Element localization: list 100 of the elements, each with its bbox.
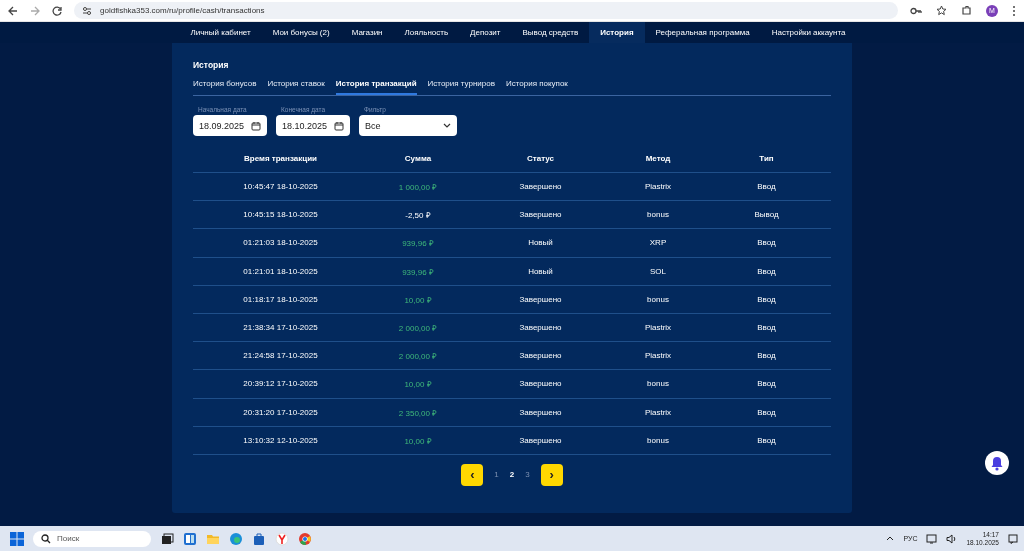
table-cell-text: 1 000,00 ₽ [397,182,439,193]
speaker-icon[interactable] [946,533,958,544]
windows-start-icon[interactable] [10,531,24,546]
table-cell-text: Piastrix [643,407,673,417]
page-link[interactable]: 2 [509,470,515,480]
nav-tab[interactable]: Магазин [340,22,394,43]
table-cell-text: 20:39:12 17-10-2025 [242,379,319,389]
history-tab[interactable]: История бонусов [193,79,257,95]
column-header: Сумма [403,153,433,163]
table-cell-text: bonus [646,294,670,304]
table-cell-text: -2,50 ₽ [404,210,432,221]
page-link[interactable]: 1 [494,470,499,480]
table-cell-text: bonus [646,379,670,389]
table-cell-text: Ввод [756,407,777,417]
yandex-browser-icon[interactable] [275,531,289,546]
table-cell-text: Ввод [756,266,777,276]
table-cell-text: Завершено [518,407,563,417]
previous-page-button[interactable]: ‹ [461,463,484,486]
calendar-icon [334,120,344,131]
extensions-icon[interactable] [961,5,972,16]
column-header: Время транзакции [243,153,318,163]
chrome-browser-icon[interactable] [298,531,312,546]
table-cell-text: Новый [527,266,554,276]
edge-browser-icon[interactable] [229,531,243,546]
menu-icon[interactable] [1012,4,1016,17]
site-settings-icon [82,5,92,16]
table-cell-text: 939,96 ₽ [401,238,435,249]
bell-icon [990,455,1004,471]
taskbar-search[interactable]: Поиск [33,530,151,547]
nav-tab[interactable]: Личный кабинет [179,22,262,43]
filter-dropdown[interactable]: Все [359,115,457,136]
network-icon[interactable] [926,533,938,544]
key-icon[interactable] [910,5,922,16]
history-tab[interactable]: История транзакций [335,79,417,95]
table-cell-text: Завершено [518,351,563,361]
table-cell-text: 2 000,00 ₽ [397,323,439,334]
table-cell-text: Новый [527,238,554,248]
date-field[interactable]: 18.09.2025 [193,115,267,136]
widgets-icon[interactable] [183,531,197,546]
next-page-button[interactable]: › [540,463,563,486]
table-cell-text: 21:38:34 17-10-2025 [242,323,319,333]
nav-tab[interactable]: Мои бонусы (2) [261,22,341,43]
table-cell-text: 13:10:32 12-10-2025 [242,435,319,445]
table-cell-text: Завершено [518,323,563,333]
table-cell-text: Завершено [518,294,563,304]
search-icon [41,533,51,544]
url-text: goldfishka353.com/ru/profile/cash/transactions [100,6,265,15]
table-cell-text: 10,00 ₽ [403,379,433,390]
table-cell-text: Piastrix [643,351,673,361]
table-cell-text: Piastrix [643,323,673,333]
column-header: Метод [644,153,672,163]
nav-tab[interactable]: Депозит [459,22,512,43]
table-cell-text: Ввод [756,435,777,445]
table-cell-text: Piastrix [643,182,673,192]
table-cell-text: Ввод [756,379,777,389]
table-cell-text: 01:21:01 18-10-2025 [242,266,319,276]
table-cell-text: Завершено [518,379,563,389]
table-cell-text: 2 350,00 ₽ [397,407,439,418]
table-cell-text: 10,00 ₽ [403,435,433,446]
table-cell-text: bonus [646,210,670,220]
calendar-icon [251,120,261,131]
star-icon[interactable] [936,5,947,16]
page-link[interactable]: 3 [525,470,530,480]
table-cell-text: bonus [646,435,670,445]
nav-tab[interactable]: Реферальная программа [644,22,761,43]
address-bar[interactable]: goldfishka353.com/ru/profile/cash/transactions [74,2,898,19]
history-tab[interactable]: История турниров [427,79,495,95]
table-cell-text: Ввод [756,238,777,248]
table-cell-text: Ввод [756,294,777,304]
table-cell-text: XRP [648,238,668,248]
table-cell-text: Завершено [518,182,563,192]
reload-icon[interactable] [52,5,62,16]
table-cell-text: 939,96 ₽ [401,266,435,277]
table-cell-text: Ввод [756,351,777,361]
table-cell-text: SOL [649,266,667,276]
table-cell-text: Завершено [518,435,563,445]
table-cell-text: Завершено [518,210,563,220]
table-cell-text: 2 000,00 ₽ [397,351,439,362]
table-cell-text: Ввод [756,323,777,333]
panel-title: История [193,60,230,71]
notification-button[interactable] [985,451,1009,475]
nav-tab[interactable]: Настройки аккаунта [760,22,857,43]
history-tab[interactable]: История ставок [267,79,325,95]
table-cell-text: 10:45:15 18-10-2025 [242,210,319,220]
history-tab[interactable]: История покупок [505,79,568,95]
nav-tab[interactable]: Вывод средств [511,22,590,43]
notifications-icon[interactable] [1008,533,1018,544]
table-cell-text: 01:18:17 18-10-2025 [242,294,319,304]
chevron-up-icon[interactable] [886,536,895,541]
nav-tab[interactable]: Лояльность [393,22,460,43]
nav-tab[interactable]: История [589,22,645,43]
table-cell-text: 21:24:58 17-10-2025 [242,351,319,361]
task-view-icon[interactable] [160,531,174,546]
table-cell-text: 20:31:20 17-10-2025 [242,407,319,417]
date-field[interactable]: 18.10.2025 [276,115,350,136]
table-cell-text: 10,00 ₽ [403,294,433,305]
column-header: Статус [526,153,555,163]
back-icon[interactable] [8,5,18,16]
table-cell-text: Ввод [756,182,777,192]
store-bag-icon[interactable] [252,531,266,546]
